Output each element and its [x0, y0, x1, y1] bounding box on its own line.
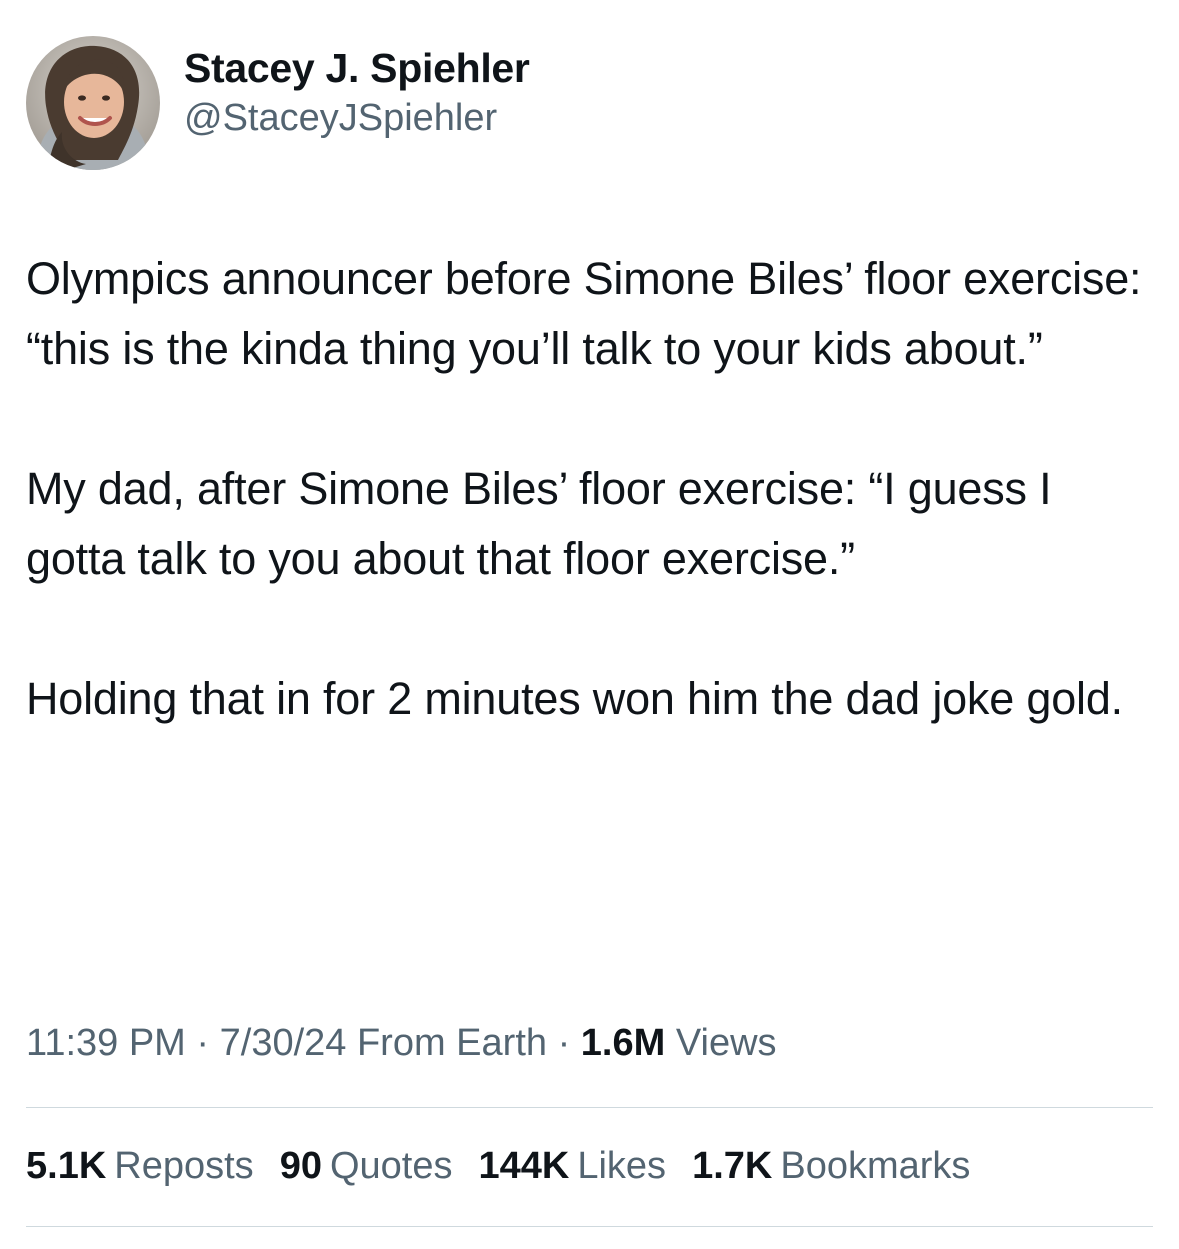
- user-handle[interactable]: @StaceyJSpiehler: [184, 95, 530, 141]
- meta-separator: ·: [557, 1022, 571, 1064]
- tweet-paragraph: Olympics announcer before Simone Biles’ …: [26, 253, 1142, 374]
- tweet-time[interactable]: 11:39 PM: [26, 1022, 186, 1064]
- profile-photo-icon: [26, 36, 160, 170]
- divider: [26, 1107, 1153, 1108]
- views-label: Views: [675, 1022, 777, 1064]
- reposts-stat[interactable]: 5.1K Reposts: [26, 1141, 254, 1191]
- likes-count: 144K: [478, 1145, 570, 1187]
- meta-separator: ·: [196, 1022, 210, 1064]
- quotes-stat[interactable]: 90 Quotes: [280, 1141, 453, 1191]
- tweet-date-source[interactable]: 7/30/24 From Earth: [220, 1022, 547, 1064]
- tweet-text: Olympics announcer before Simone Biles’ …: [26, 244, 1161, 734]
- quotes-count: 90: [279, 1145, 322, 1187]
- tweet-paragraph: Holding that in for 2 minutes won him th…: [26, 673, 1123, 724]
- likes-stat[interactable]: 144K Likes: [479, 1141, 667, 1191]
- views-count: 1.6M: [580, 1022, 666, 1064]
- bookmarks-label: Bookmarks: [780, 1145, 971, 1187]
- bookmarks-stat[interactable]: 1.7K Bookmarks: [692, 1141, 970, 1191]
- reposts-label: Reposts: [114, 1145, 254, 1187]
- reposts-count: 5.1K: [26, 1145, 107, 1187]
- likes-label: Likes: [577, 1145, 667, 1187]
- tweet-meta: 11:39 PM · 7/30/24 From Earth · 1.6M Vie…: [26, 1018, 777, 1068]
- author-names: Stacey J. Spiehler @StaceyJSpiehler: [184, 43, 530, 141]
- engagement-stats: 5.1K Reposts 90 Quotes 144K Likes 1.7K Bookm…: [26, 1141, 970, 1191]
- divider: [26, 1226, 1153, 1227]
- tweet-header: Stacey J. Spiehler @StaceyJSpiehler: [26, 36, 530, 170]
- display-name[interactable]: Stacey J. Spiehler: [184, 43, 530, 93]
- quotes-label: Quotes: [329, 1145, 453, 1187]
- avatar[interactable]: [26, 36, 160, 170]
- bookmarks-count: 1.7K: [692, 1145, 773, 1187]
- tweet-paragraph: My dad, after Simone Biles’ floor exerci…: [26, 463, 1052, 584]
